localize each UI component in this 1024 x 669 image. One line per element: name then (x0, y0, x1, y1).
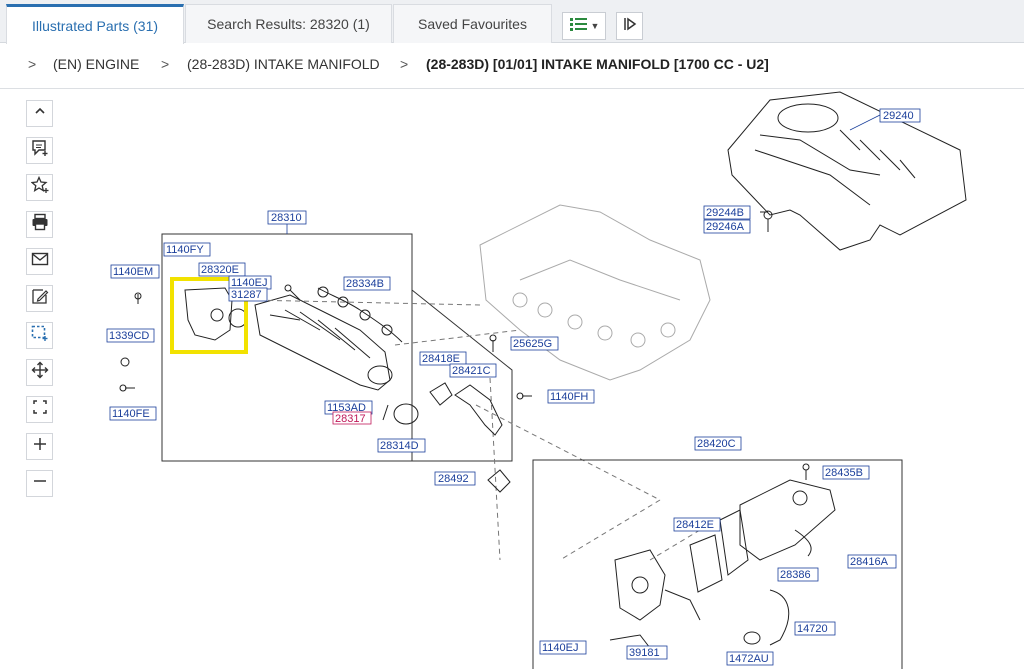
part-label-28435b[interactable]: 28435B (825, 467, 863, 479)
tab-label: Search Results: 28320 (1) (207, 16, 370, 32)
list-icon (569, 16, 589, 37)
part-label-28386[interactable]: 28386 (780, 569, 811, 581)
tab-label: Illustrated Parts (31) (31, 17, 159, 34)
engine-cover-drawing (727, 91, 967, 251)
part-label-28310[interactable]: 28310 (271, 212, 302, 224)
part-label-28320e[interactable]: 28320E (201, 264, 239, 276)
chevron-right-icon: > (28, 56, 37, 72)
tab-illustrated-parts[interactable]: Illustrated Parts (31) (6, 4, 184, 44)
add-favourite-button[interactable] (26, 174, 53, 201)
select-area-icon (31, 324, 49, 347)
part-label-14720[interactable]: 14720 (797, 623, 828, 635)
breadcrumb-item-engine[interactable]: (EN) ENGINE (53, 56, 139, 72)
part-label-28421c[interactable]: 28421C (452, 365, 491, 377)
part-label-1472au[interactable]: 1472AU (729, 653, 769, 665)
move-icon (31, 361, 49, 384)
chevron-up-icon (33, 104, 47, 123)
part-label-1140fh[interactable]: 1140FH (550, 391, 588, 403)
part-label-28412e[interactable]: 28412E (676, 519, 714, 531)
part-label-28314d[interactable]: 28314D (380, 440, 419, 452)
part-label-28418e[interactable]: 28418E (422, 353, 460, 365)
part-label-31287[interactable]: 31287 (231, 289, 262, 301)
fit-screen-button[interactable] (26, 396, 53, 423)
parts-diagram[interactable]: 29240 29244B 29246A 28310 1140FY 28320E … (60, 90, 1024, 669)
part-label-28420c[interactable]: 28420C (697, 438, 736, 450)
print-button[interactable] (26, 211, 53, 238)
arrow-to-bar-icon (622, 16, 638, 37)
edit-sign-icon (31, 287, 49, 310)
add-note-icon (31, 139, 49, 162)
zoom-out-icon (32, 473, 48, 494)
part-label-29246a[interactable]: 29246A (706, 221, 745, 233)
part-label-28334b[interactable]: 28334B (346, 278, 384, 290)
breadcrumb-item-current: (28-283D) [01/01] INTAKE MANIFOLD [1700 … (426, 56, 769, 72)
chevron-down-icon: ▼ (590, 21, 600, 31)
part-label-1339cd[interactable]: 1339CD (109, 330, 149, 342)
zoom-in-button[interactable] (26, 433, 53, 460)
part-label-39181[interactable]: 39181 (629, 647, 660, 659)
breadcrumb: > (EN) ENGINE > (28-283D) INTAKE MANIFOL… (0, 44, 1024, 89)
part-label-29240[interactable]: 29240 (883, 110, 914, 122)
tab-saved-favourites[interactable]: Saved Favourites (393, 4, 552, 43)
zoom-out-button[interactable] (26, 470, 53, 497)
print-icon (31, 213, 49, 236)
part-label-1140em[interactable]: 1140EM (113, 266, 153, 278)
assembly-box-28420c (532, 459, 903, 669)
jump-to-button[interactable] (616, 12, 643, 40)
part-label-28416a[interactable]: 28416A (850, 556, 889, 568)
part-label-29244b[interactable]: 29244B (706, 207, 744, 219)
zoom-in-icon (32, 436, 48, 457)
part-labels: 29240 29244B 29246A 28310 1140FY 28320E … (106, 108, 921, 666)
fit-screen-icon (32, 399, 48, 420)
chevron-right-icon: > (400, 56, 409, 72)
add-note-button[interactable] (26, 137, 53, 164)
egr-cooler-drawing (609, 463, 836, 649)
breadcrumb-item-intake-manifold[interactable]: (28-283D) INTAKE MANIFOLD (187, 56, 380, 72)
pan-button[interactable] (26, 359, 53, 386)
select-area-button[interactable] (26, 322, 53, 349)
intake-manifold-drawing (254, 294, 393, 391)
annotate-button[interactable] (26, 285, 53, 312)
part-label-1140fe[interactable]: 1140FE (112, 408, 150, 420)
collapse-up-button[interactable] (26, 100, 53, 127)
chevron-right-icon: > (161, 56, 170, 72)
email-button[interactable] (26, 248, 53, 275)
tab-label: Saved Favourites (418, 16, 527, 32)
part-label-1140ej-lower[interactable]: 1140EJ (542, 642, 579, 654)
list-view-dropdown-button[interactable]: ▼ (562, 12, 606, 40)
part-label-1140fy[interactable]: 1140FY (166, 244, 204, 256)
mail-icon (31, 250, 49, 273)
part-label-1140ej[interactable]: 1140EJ (231, 277, 268, 289)
part-label-25625g[interactable]: 25625G (513, 338, 552, 350)
part-label-28492[interactable]: 28492 (438, 473, 469, 485)
favourite-add-icon (29, 175, 49, 199)
part-label-28317[interactable]: 28317 (335, 413, 366, 425)
tab-bar: Illustrated Parts (31) Search Results: 2… (0, 0, 1024, 44)
cylinder-head-drawing (479, 204, 711, 381)
tab-search-results[interactable]: Search Results: 28320 (1) (185, 4, 392, 43)
